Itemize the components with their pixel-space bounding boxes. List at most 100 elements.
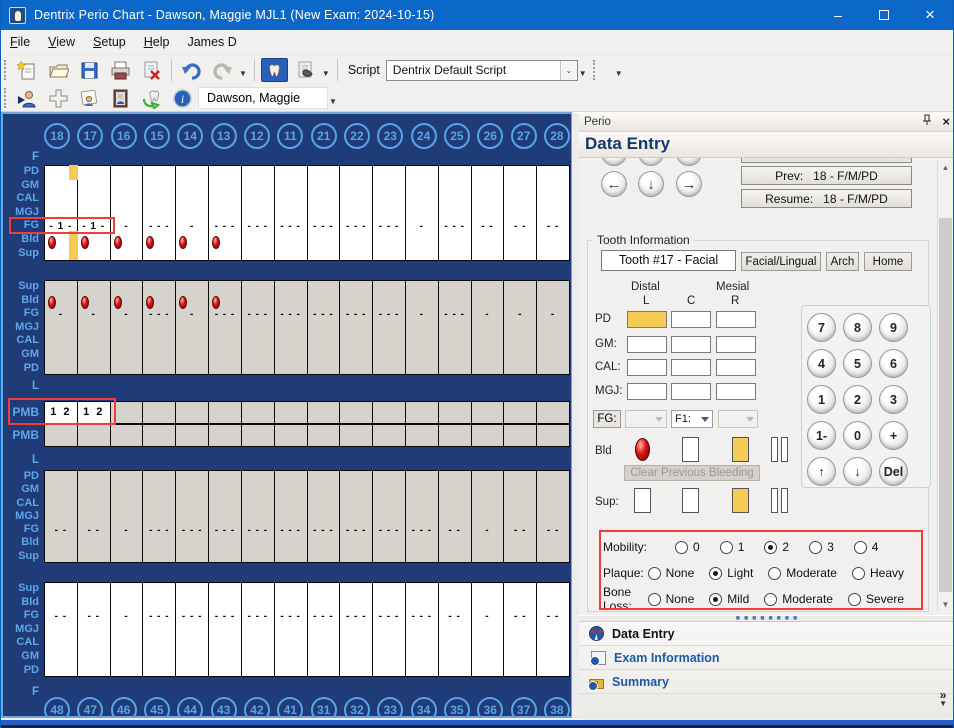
print-button[interactable] — [107, 58, 134, 82]
task-exam-information[interactable]: Exam Information — [579, 646, 953, 670]
exam-selector-button[interactable] — [292, 58, 319, 82]
pmb-cell[interactable] — [76, 424, 110, 447]
numpad-key[interactable]: Del — [879, 457, 908, 486]
tooth-cell[interactable]: - - - — [339, 280, 373, 375]
tooth-cell[interactable]: - - — [536, 470, 570, 563]
pmb-cell[interactable] — [470, 424, 504, 447]
tooth-cell[interactable]: - — [76, 280, 110, 375]
grid-lower-lingual[interactable]: - -- --- - -- - -- - -- - -- - -- - -- -… — [44, 470, 570, 563]
cal-mesial-input[interactable] — [716, 359, 756, 376]
tooth-cell[interactable]: - - - — [306, 165, 340, 261]
radio-option[interactable]: None — [647, 592, 694, 606]
pmb-cell[interactable] — [208, 424, 241, 447]
numpad-key[interactable]: 6 — [879, 349, 908, 378]
tooth-cell[interactable]: - - - — [273, 582, 307, 677]
toolbar-overflow-arrow[interactable]: ▼ — [615, 69, 623, 78]
pmb-cell[interactable] — [175, 401, 209, 424]
pmb-cell[interactable] — [109, 424, 143, 447]
radio-icon[interactable] — [709, 566, 723, 580]
tooth-cell[interactable]: - - - — [372, 280, 405, 375]
pmb-cell[interactable] — [175, 424, 209, 447]
script-combo-arrow[interactable]: ⌄ — [559, 60, 577, 80]
script-dropdown-arrow[interactable]: ▼ — [579, 69, 587, 78]
bld-distal-slot[interactable] — [634, 437, 651, 462]
scroll-down-button[interactable]: ▼ — [939, 597, 952, 612]
tooth-number[interactable]: 11 — [277, 123, 304, 149]
pmb-cell[interactable] — [273, 401, 307, 424]
undo-dropdown-arrow[interactable]: ▼ — [239, 69, 247, 78]
tooth-cell[interactable]: - - - — [142, 470, 176, 563]
sup-center-slot[interactable] — [682, 488, 699, 513]
bld-mesial-slot[interactable] — [732, 437, 749, 462]
tooth-cell[interactable]: - — [175, 165, 209, 261]
tooth-cell[interactable]: - - - — [306, 470, 340, 563]
pmb-cell[interactable] — [503, 401, 537, 424]
delete-exam-button[interactable] — [138, 58, 165, 82]
radio-option[interactable]: Moderate — [768, 566, 837, 580]
tooth-cell[interactable]: - — [470, 582, 504, 677]
pmb-cell[interactable] — [306, 424, 340, 447]
tooth-cell[interactable]: - - — [536, 582, 570, 677]
pmb-cell[interactable]: 1 2 1 — [76, 401, 110, 439]
pmb-cell[interactable] — [109, 401, 143, 424]
numpad-key[interactable]: 1 — [807, 385, 836, 414]
pmb-row-lower[interactable] — [44, 424, 570, 447]
pmb-cell[interactable] — [339, 401, 373, 424]
numpad-key[interactable]: 0 — [843, 421, 872, 450]
tooth-cell[interactable]: - — [404, 165, 438, 261]
tooth-cell[interactable]: - — [503, 280, 537, 375]
home-button[interactable]: Home — [864, 252, 912, 271]
tooth-cell[interactable]: - — [404, 280, 438, 375]
tooth-cell[interactable]: - - — [503, 582, 537, 677]
select-patient-button[interactable] — [14, 86, 41, 110]
sup-distal-slot[interactable] — [634, 488, 651, 513]
tooth-cell[interactable]: - - - — [208, 582, 241, 677]
radio-option[interactable]: 1 — [719, 540, 744, 554]
close-button[interactable]: × — [907, 0, 953, 30]
arch-button[interactable]: Arch — [826, 252, 859, 271]
radio-option[interactable]: Mild — [709, 592, 749, 606]
fg-center-combo[interactable]: F1: — [671, 410, 713, 428]
tooth-cell[interactable]: - - - — [273, 280, 307, 375]
menu-file[interactable]: File — [1, 32, 39, 52]
quick-letters-button[interactable] — [45, 86, 72, 110]
tooth-cell[interactable]: - — [536, 280, 570, 375]
numpad-key[interactable]: 2 — [843, 385, 872, 414]
radio-option[interactable]: None — [647, 566, 694, 580]
current-tooth-field[interactable]: Tooth #17 - Facial — [601, 250, 736, 271]
tooth-cell[interactable]: - — [470, 470, 504, 563]
pd-center-input[interactable] — [671, 311, 711, 328]
tooth-cell[interactable]: - — [470, 280, 504, 375]
radio-option[interactable]: 3 — [809, 540, 834, 554]
radio-icon[interactable] — [764, 540, 778, 554]
radio-icon[interactable] — [768, 566, 782, 580]
tooth-cell[interactable]: - - - — [208, 165, 241, 261]
tooth-number[interactable]: 15 — [143, 123, 170, 149]
radio-icon[interactable] — [647, 592, 661, 606]
panel-scrollbar[interactable]: ▲ ▼ — [937, 160, 952, 612]
exam-dropdown-arrow[interactable]: ▼ — [322, 69, 330, 78]
numpad-key[interactable]: ↑ — [807, 457, 836, 486]
radio-icon[interactable] — [675, 540, 688, 554]
tooth-cell[interactable]: - - — [76, 582, 110, 677]
patient-alert-button[interactable] — [76, 86, 103, 110]
tooth-number[interactable]: 16 — [110, 123, 137, 149]
redo-button[interactable] — [209, 58, 236, 82]
numpad-key[interactable]: 3 — [879, 385, 908, 414]
tooth-number[interactable]: 17 — [77, 123, 104, 149]
tooth-cell[interactable]: - - - — [404, 470, 438, 563]
cal-distal-input[interactable] — [627, 359, 667, 376]
tooth-cell[interactable]: - - — [503, 165, 537, 261]
numpad-key[interactable]: 4 — [807, 349, 836, 378]
task-summary[interactable]: Summary — [579, 670, 953, 694]
numpad-key[interactable]: 5 — [843, 349, 872, 378]
menu-james-d[interactable]: James D — [178, 32, 245, 52]
toolbar-grip[interactable] — [592, 60, 598, 80]
tooth-cell[interactable]: - - — [437, 582, 471, 677]
tooth-cell[interactable]: - - — [76, 470, 110, 563]
undo-button[interactable] — [178, 58, 205, 82]
numpad-key[interactable]: 1- — [807, 421, 836, 450]
pin-icon[interactable] — [922, 114, 932, 129]
save-button[interactable] — [76, 58, 103, 82]
resume-button[interactable]: Resume: 18 - F/M/PD — [741, 189, 912, 208]
